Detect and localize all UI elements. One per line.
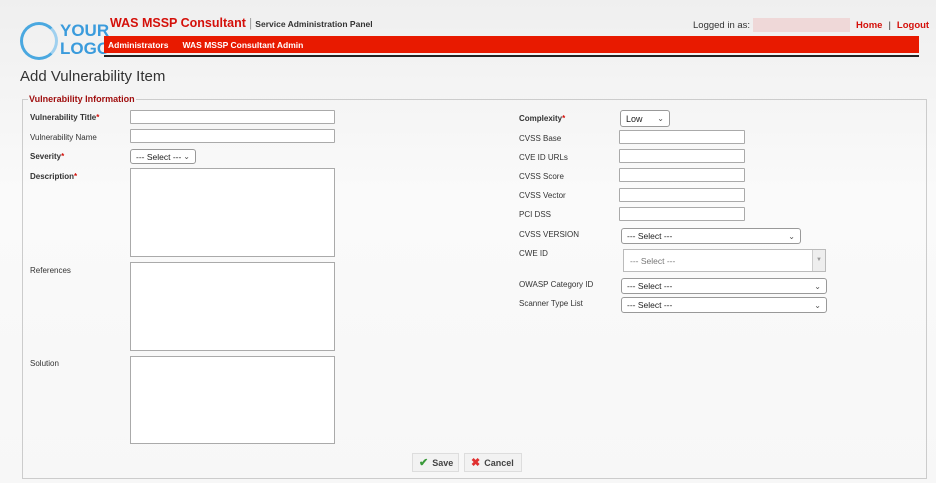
required-mark: *: [61, 152, 65, 161]
description-textarea[interactable]: [130, 168, 335, 257]
vulnerability-name-input[interactable]: [130, 129, 335, 143]
owasp-label: OWASP Category ID: [519, 280, 594, 289]
title-label: Vulnerability Title*: [30, 113, 99, 122]
save-label: Save: [432, 457, 454, 468]
logo-text: YOUR LOGO: [60, 22, 110, 58]
nav-administrators[interactable]: Administrators: [108, 40, 168, 50]
severity-label: Severity*: [30, 152, 64, 161]
cve-urls-input[interactable]: [619, 149, 745, 163]
cwe-id-value: --- Select ---: [630, 255, 676, 266]
cvss-vector-label: CVSS Vector: [519, 191, 566, 200]
nav-consultant-admin[interactable]: WAS MSSP Consultant Admin: [182, 40, 303, 50]
owasp-select[interactable]: --- Select --- ⌄: [621, 278, 827, 294]
title-separator: |: [249, 18, 253, 30]
app-name: WAS MSSP Consultant: [110, 16, 246, 30]
nav-bar: Administrators WAS MSSP Consultant Admin: [104, 36, 919, 53]
description-label-text: Description: [30, 172, 75, 181]
cwe-id-label: CWE ID: [519, 249, 548, 258]
solution-label: Solution: [30, 359, 59, 368]
logged-in-label: Logged in as:: [693, 19, 751, 31]
page-title: Add Vulnerability Item: [20, 68, 166, 85]
cwe-id-select[interactable]: --- Select --- ▼: [623, 249, 826, 272]
scanner-label: Scanner Type List: [519, 299, 583, 308]
cancel-label: Cancel: [484, 457, 514, 468]
link-separator: |: [888, 19, 891, 31]
login-area: Logged in as: Home | Logout: [693, 18, 929, 32]
references-textarea[interactable]: [130, 262, 335, 351]
logo-line2: LOGO: [60, 39, 111, 58]
app-title: WAS MSSP Consultant | Service Administra…: [110, 16, 373, 30]
divider: [104, 55, 919, 57]
required-mark: *: [562, 114, 566, 123]
severity-value: --- Select ---: [136, 151, 182, 162]
chevron-down-icon: ⌄: [657, 114, 664, 123]
severity-select[interactable]: --- Select --- ⌄: [130, 149, 196, 164]
cvss-score-label: CVSS Score: [519, 172, 564, 181]
chevron-down-icon: ⌄: [814, 300, 821, 310]
cvss-version-select[interactable]: --- Select --- ⌄: [621, 228, 801, 244]
app-subtitle: Service Administration Panel: [255, 19, 373, 29]
cvss-version-label: CVSS VERSION: [519, 230, 580, 239]
chevron-down-icon: ⌄: [183, 152, 190, 161]
complexity-value: Low: [626, 113, 643, 124]
severity-label-text: Severity: [30, 152, 62, 161]
description-label: Description*: [30, 172, 77, 181]
cancel-button[interactable]: ✖ Cancel: [464, 453, 522, 472]
vulnerability-title-input[interactable]: [130, 110, 335, 124]
dropdown-arrow-icon: ▼: [812, 250, 825, 271]
complexity-label-text: Complexity: [519, 114, 563, 123]
chevron-down-icon: ⌄: [814, 281, 821, 291]
save-button[interactable]: ✔ Save: [412, 453, 459, 472]
username-redacted: [753, 18, 851, 32]
logout-link[interactable]: Logout: [897, 20, 929, 31]
home-link[interactable]: Home: [856, 20, 882, 31]
logo-line1: YOUR: [60, 21, 110, 40]
logo-icon: [20, 22, 58, 60]
scanner-select[interactable]: --- Select --- ⌄: [621, 297, 827, 313]
check-icon: ✔: [419, 457, 429, 469]
references-label: References: [30, 266, 71, 275]
chevron-down-icon: ⌄: [788, 231, 795, 241]
complexity-select[interactable]: Low ⌄: [620, 110, 670, 127]
cve-urls-label: CVE ID URLs: [519, 153, 568, 162]
pci-dss-label: PCI DSS: [519, 210, 552, 219]
fieldset-legend: Vulnerability Information: [29, 94, 135, 104]
owasp-value: --- Select ---: [627, 281, 673, 291]
title-label-text: Vulnerability Title: [30, 113, 97, 122]
pci-dss-input[interactable]: [619, 207, 745, 221]
cvss-base-input[interactable]: [619, 130, 745, 144]
cvss-score-input[interactable]: [619, 168, 745, 182]
required-mark: *: [96, 113, 100, 122]
cvss-vector-input[interactable]: [619, 188, 745, 202]
cvss-version-value: --- Select ---: [627, 231, 673, 241]
required-mark: *: [74, 172, 78, 181]
close-icon: ✖: [471, 457, 481, 469]
complexity-label: Complexity*: [519, 114, 565, 123]
solution-textarea[interactable]: [130, 356, 335, 444]
scanner-value: --- Select ---: [627, 300, 673, 310]
name-label: Vulnerability Name: [30, 133, 97, 142]
cvss-base-label: CVSS Base: [519, 134, 562, 143]
